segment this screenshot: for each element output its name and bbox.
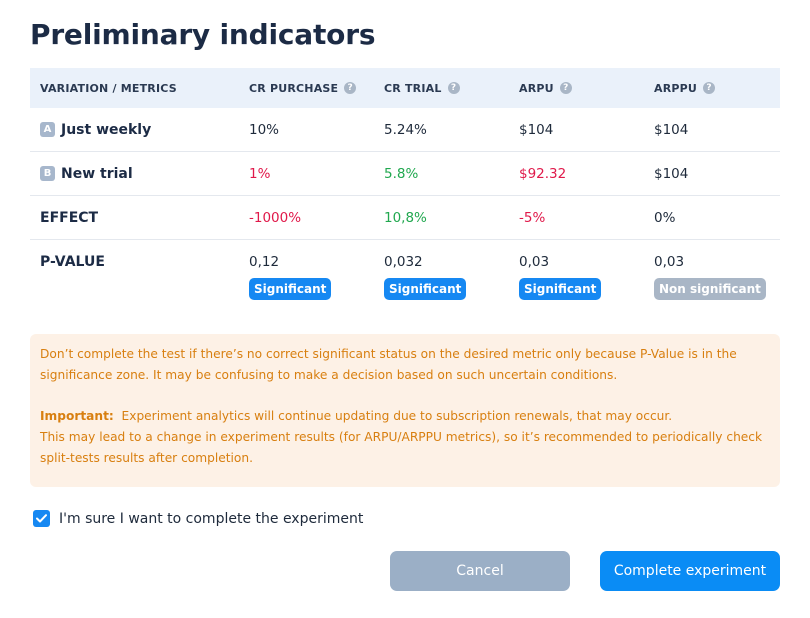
header-arpu: ARPU ? bbox=[519, 68, 572, 108]
table-row-variation-a: A Just weekly 10% 5.24% $104 $104 bbox=[30, 108, 780, 152]
variation-name: New trial bbox=[61, 165, 133, 182]
cr-trial-value: 5.24% bbox=[384, 121, 427, 138]
cr-trial-value: 5.8% bbox=[384, 165, 419, 182]
arpu-value: $92.32 bbox=[519, 165, 567, 182]
variation-letter-badge: A bbox=[40, 122, 55, 137]
p-value: 0,03 bbox=[654, 254, 685, 270]
cr-trial-effect: 10,8% bbox=[384, 209, 427, 226]
header-cr-purchase-label: CR PURCHASE bbox=[249, 81, 339, 95]
help-icon[interactable]: ? bbox=[559, 82, 572, 94]
p-value: 0,03 bbox=[519, 254, 550, 270]
notice-text: Don’t complete the test if there’s no co… bbox=[40, 347, 737, 382]
arppu-value: $104 bbox=[654, 121, 689, 138]
arppu-p-value-cell: 0,03 Non significant bbox=[654, 240, 766, 318]
page-title: Preliminary indicators bbox=[30, 18, 376, 51]
header-cr-trial-label: CR TRIAL bbox=[384, 81, 442, 95]
cr-purchase-value: 1% bbox=[249, 165, 271, 182]
important-label: Important: bbox=[40, 409, 114, 423]
indicators-table: VARIATION / METRICS CR PURCHASE ? CR TRI… bbox=[30, 68, 780, 318]
p-value: 0,032 bbox=[384, 254, 423, 270]
arpu-value: $104 bbox=[519, 121, 554, 138]
help-icon[interactable]: ? bbox=[344, 82, 357, 94]
confirm-checkbox-row[interactable]: I'm sure I want to complete the experime… bbox=[33, 510, 363, 527]
p-value-label: P-VALUE bbox=[40, 254, 105, 270]
confirm-checkbox[interactable] bbox=[33, 510, 50, 527]
warning-notice: Don’t complete the test if there’s no co… bbox=[30, 334, 780, 487]
table-row-effect: EFFECT -1000% 10,8% -5% 0% bbox=[30, 196, 780, 240]
header-arppu-label: ARPPU bbox=[654, 81, 698, 95]
header-arpu-label: ARPU bbox=[519, 81, 554, 95]
important-text: Experiment analytics will continue updat… bbox=[121, 409, 673, 423]
table-row-p-value: P-VALUE 0,12 Significant 0,032 Significa… bbox=[30, 240, 780, 318]
arppu-effect: 0% bbox=[654, 209, 676, 226]
header-cr-trial: CR TRIAL ? bbox=[384, 68, 460, 108]
complete-experiment-button[interactable]: Complete experiment bbox=[600, 551, 780, 591]
cr-trial-p-value-cell: 0,032 Significant bbox=[384, 240, 467, 318]
arppu-value: $104 bbox=[654, 165, 689, 182]
variation-letter-badge: B bbox=[40, 166, 55, 181]
p-value: 0,12 bbox=[249, 254, 280, 270]
help-icon[interactable]: ? bbox=[703, 82, 716, 94]
cr-purchase-effect: -1000% bbox=[249, 209, 302, 226]
cr-purchase-p-value-cell: 0,12 Significant bbox=[249, 240, 332, 318]
cr-purchase-value: 10% bbox=[249, 121, 280, 138]
header-arppu: ARPPU ? bbox=[654, 68, 716, 108]
arpu-effect: -5% bbox=[519, 209, 546, 226]
significance-badge: Significant bbox=[384, 278, 467, 300]
significance-badge: Significant bbox=[519, 278, 602, 300]
cancel-button[interactable]: Cancel bbox=[390, 551, 570, 591]
help-icon[interactable]: ? bbox=[447, 82, 460, 94]
arpu-p-value-cell: 0,03 Significant bbox=[519, 240, 602, 318]
variation-a-cell: A Just weekly bbox=[40, 108, 151, 151]
variation-name: Just weekly bbox=[61, 121, 152, 138]
notice-important: Important: Experiment analytics will con… bbox=[40, 406, 770, 427]
table-header-row: VARIATION / METRICS CR PURCHASE ? CR TRI… bbox=[30, 68, 780, 108]
table-row-variation-b: B New trial 1% 5.8% $92.32 $104 bbox=[30, 152, 780, 196]
confirm-checkbox-label[interactable]: I'm sure I want to complete the experime… bbox=[59, 511, 363, 527]
notice-text: This may lead to a change in experiment … bbox=[40, 430, 763, 465]
non-significance-badge: Non significant bbox=[654, 278, 766, 300]
variation-b-cell: B New trial bbox=[40, 152, 133, 195]
effect-label: EFFECT bbox=[40, 209, 99, 226]
checkmark-icon bbox=[36, 514, 47, 523]
header-cr-purchase: CR PURCHASE ? bbox=[249, 68, 357, 108]
header-variation-metrics: VARIATION / METRICS bbox=[40, 81, 177, 95]
significance-badge: Significant bbox=[249, 278, 332, 300]
